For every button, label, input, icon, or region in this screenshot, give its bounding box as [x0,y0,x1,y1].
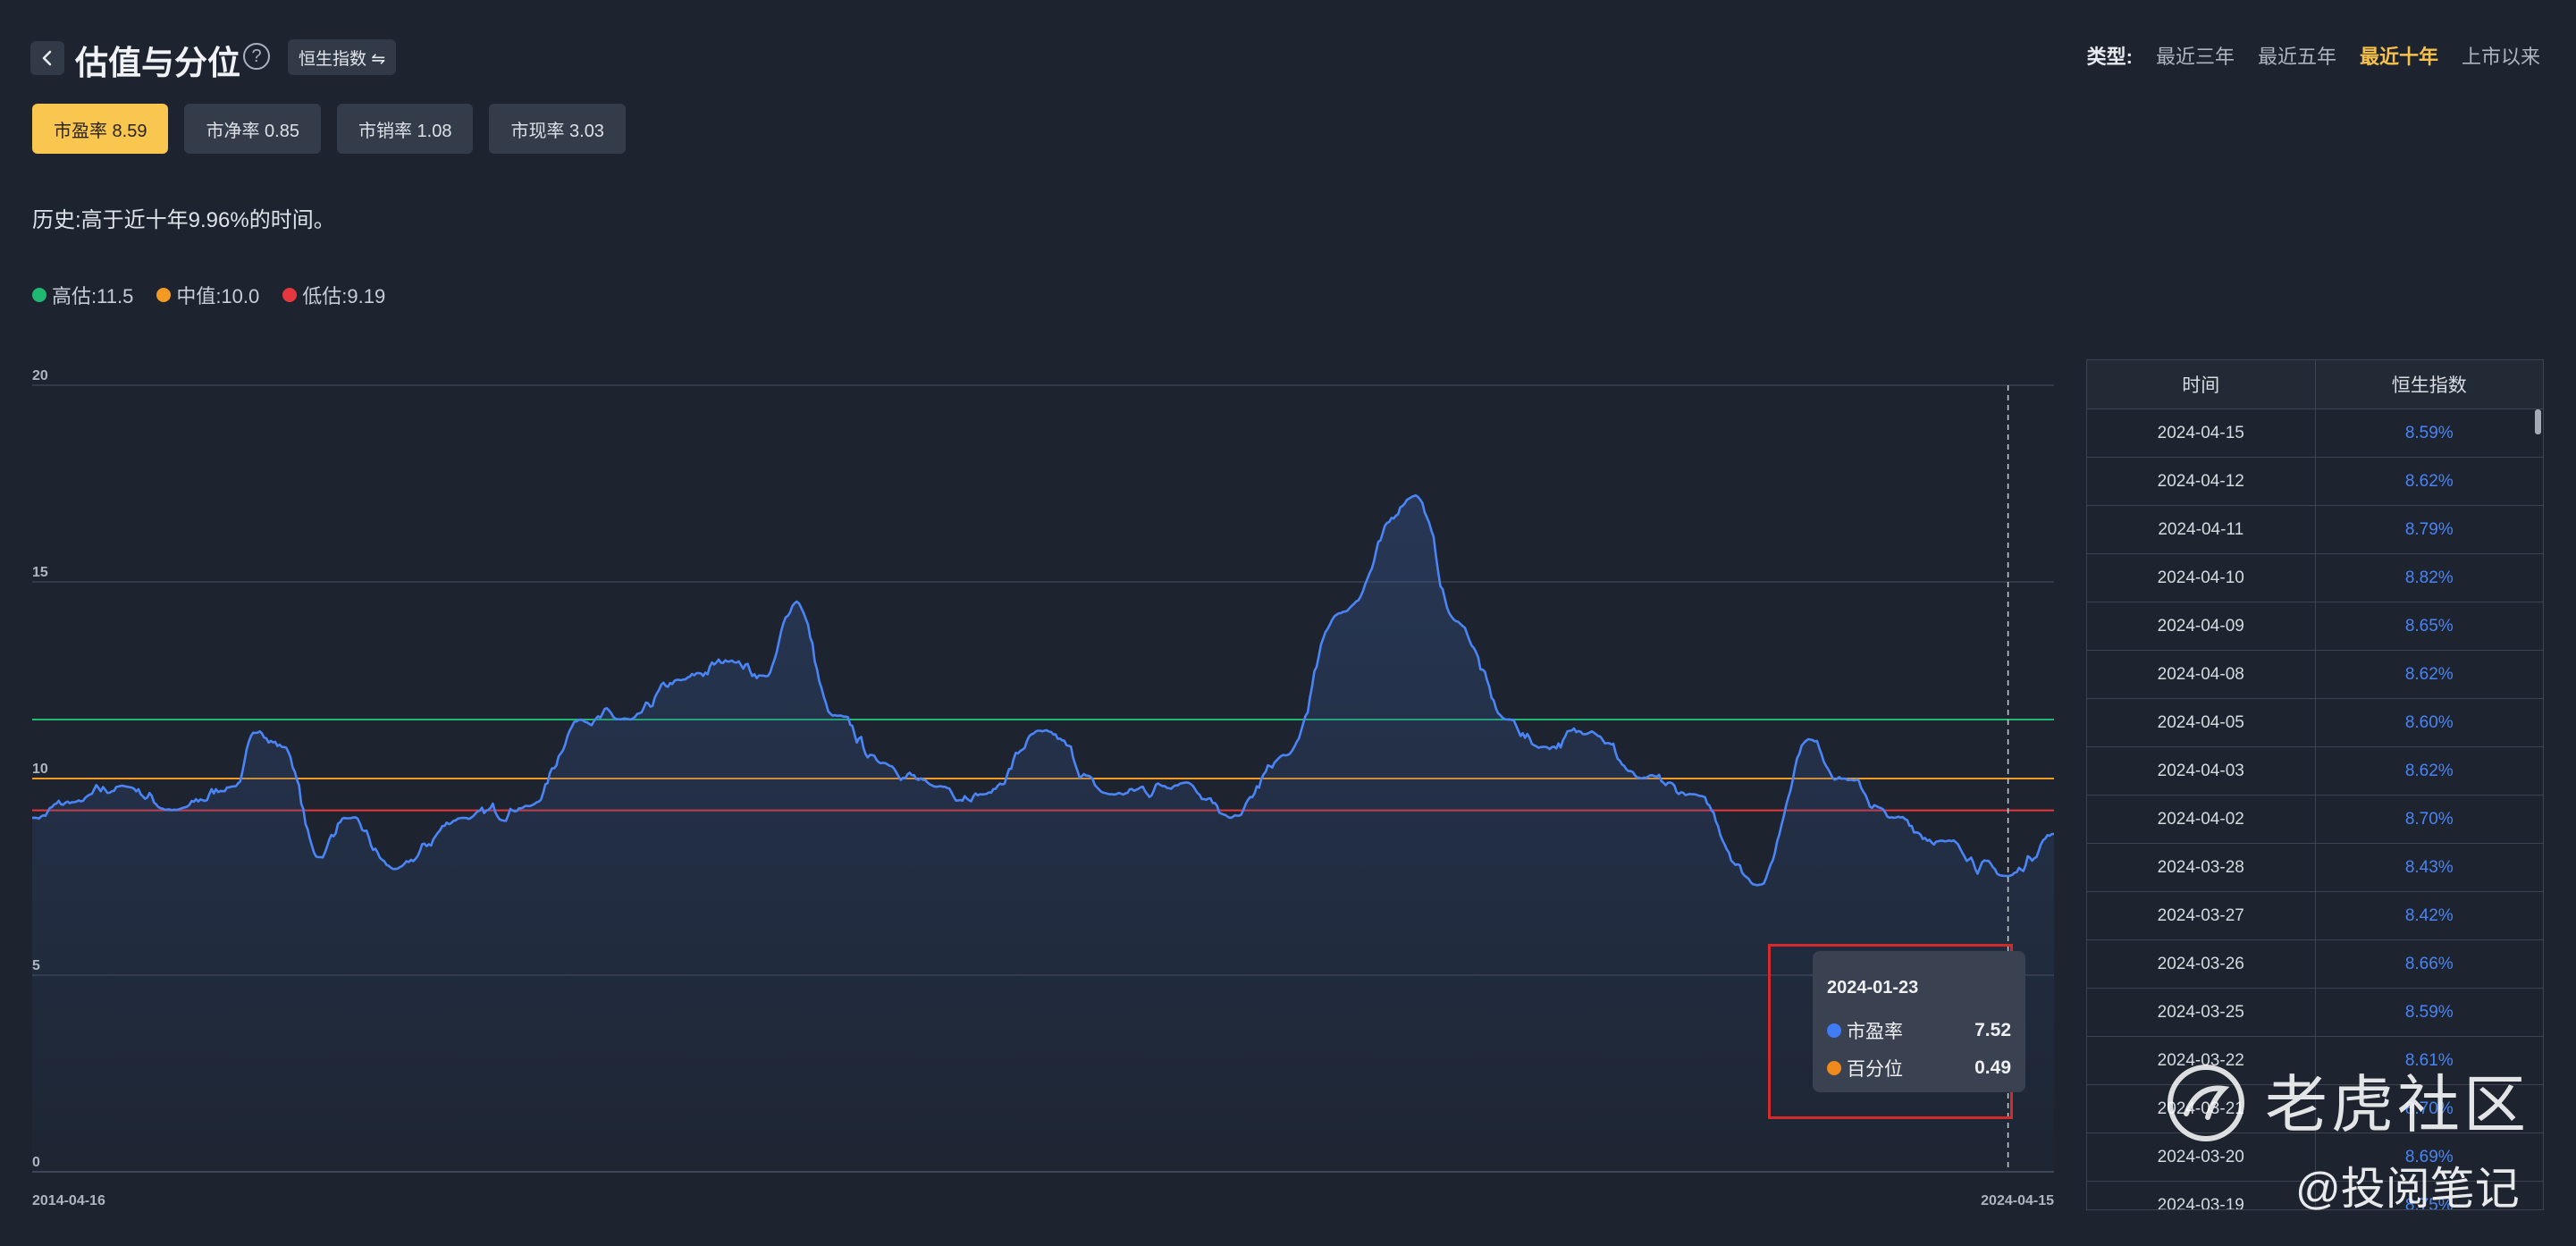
table-cell-value: 8.65% [2404,616,2454,636]
table-row[interactable]: 2024-04-12 8.62% [2087,458,2543,506]
table-row[interactable]: 2024-04-03 8.62% [2087,747,2543,796]
table-cell-value: 8.62% [2404,761,2454,780]
tiger-logo-icon [2168,1065,2244,1141]
table-row[interactable]: 2024-03-28 8.43% [2087,844,2543,892]
pe-chart[interactable]: 0 5 10 15 20 2014-04-16 2024-04-15 [0,358,2074,1233]
table-cell-date: 2024-04-15 [2087,409,2316,457]
tooltip-dot-pe [1827,1023,1841,1038]
table-row[interactable]: 2024-04-08 8.62% [2087,651,2543,699]
table-cell-value: 8.82% [2404,568,2454,587]
tooltip-dot-pct [1827,1061,1841,1075]
table-cell-date: 2024-03-26 [2087,940,2316,988]
y-tick-label: 5 [32,958,40,973]
table-row[interactable]: 2024-04-09 8.65% [2087,602,2543,651]
tooltip-name-pe: 市盈率 [1847,1022,1903,1042]
valuation-legend: 高估:11.5 中值:10.0 低估:9.19 [32,281,385,309]
tooltip-name-pct: 百分位 [1847,1059,1903,1080]
table-row[interactable]: 2024-04-10 8.82% [2087,554,2543,602]
legend-low-label: 低估:9.19 [302,285,386,307]
table-cell-value: 8.43% [2404,857,2454,877]
range-option-10y[interactable]: 最近十年 [2360,41,2438,70]
legend-dot-low [282,288,298,302]
table-cell-date: 2024-04-12 [2087,458,2316,505]
watermark-brand: 老虎社区 [2265,1070,2530,1140]
range-option-all[interactable]: 上市以来 [2462,41,2540,70]
index-switch-button[interactable]: 恒生指数 ⇋ [288,39,397,75]
table-row[interactable]: 2024-03-25 8.59% [2087,989,2543,1037]
table-row[interactable]: 2024-04-11 8.79% [2087,506,2543,554]
table-cell-value: 8.59% [2404,1002,2454,1022]
range-label: 类型: [2086,46,2133,68]
y-tick-label: 20 [32,368,48,383]
table-cell-value: 8.62% [2404,664,2454,684]
table-cell-date: 2024-03-25 [2087,989,2316,1036]
table-cell-date: 2024-04-08 [2087,651,2316,698]
tooltip-row-pct: 百分位 0.49 [1827,1055,2011,1082]
legend-high-label: 高估:11.5 [52,285,134,307]
table-cell-value: 8.42% [2404,905,2454,925]
table-row[interactable]: 2024-03-26 8.66% [2087,940,2543,989]
range-option-5y[interactable]: 最近五年 [2258,41,2336,70]
y-tick-label: 10 [32,762,48,777]
legend-low: 低估:9.19 [282,281,385,309]
tab-ps[interactable]: 市销率 1.08 [336,104,474,154]
table-row[interactable]: 2024-03-27 8.42% [2087,892,2543,940]
table-cell-date: 2024-04-09 [2087,602,2316,650]
table-cell-date: 2024-04-02 [2087,796,2316,843]
tab-pb[interactable]: 市净率 0.85 [184,104,321,154]
table-cell-date: 2024-03-27 [2087,892,2316,939]
tooltip-row-pe: 市盈率 7.52 [1827,1017,2011,1044]
metric-tabs: 市盈率 8.59 市净率 0.85 市销率 1.08 市现率 3.03 [32,104,626,154]
chart-tooltip: 2024-01-23 市盈率 7.52 百分位 0.49 [1813,951,2025,1092]
legend-mid: 中值:10.0 [156,281,259,309]
table-cell-value: 8.59% [2404,423,2454,442]
table-header: 时间 恒生指数 [2087,360,2543,409]
question-circle-icon[interactable]: ? [243,43,270,70]
legend-dot-mid [156,288,172,302]
legend-dot-high [32,288,46,302]
page-title: 估值与分位 [75,45,240,81]
history-summary: 历史:高于近十年9.96%的时间。 [32,208,335,232]
tab-pe[interactable]: 市盈率 8.59 [32,104,169,154]
table-cell-value: 8.62% [2404,471,2454,491]
table-cell-date: 2024-03-19 [2087,1182,2316,1209]
table-row[interactable]: 2024-04-02 8.70% [2087,796,2543,844]
tab-pcf[interactable]: 市现率 3.03 [489,104,626,154]
table-header-date: 时间 [2087,360,2316,408]
chevron-left-icon [42,50,52,66]
back-button[interactable] [30,41,64,75]
y-tick-label: 15 [32,565,48,580]
y-tick-label: 0 [32,1155,40,1170]
legend-high: 高估:11.5 [32,281,133,309]
table-cell-value: 8.60% [2404,712,2454,732]
tooltip-value-pct: 0.49 [1974,1057,2011,1078]
table-cell-date: 2024-04-11 [2087,506,2316,553]
x-tick-label: 2014-04-16 [32,1193,105,1208]
table-cell-date: 2024-03-28 [2087,844,2316,891]
x-tick-label: 2024-04-15 [1981,1193,2054,1208]
tooltip-date: 2024-01-23 [1827,978,1919,998]
range-selector: 类型: 最近三年 最近五年 最近十年 上市以来 [2087,41,2540,70]
legend-mid-label: 中值:10.0 [176,285,260,307]
table-row[interactable]: 2024-04-05 8.60% [2087,699,2543,747]
table-cell-date: 2024-04-05 [2087,699,2316,746]
table-row[interactable]: 2024-04-15 8.59% [2087,409,2543,458]
range-option-3y[interactable]: 最近三年 [2156,41,2235,70]
table-cell-value: 8.79% [2404,519,2454,539]
table-cell-date: 2024-04-03 [2087,747,2316,795]
table-cell-date: 2024-04-10 [2087,554,2316,602]
table-scrollbar[interactable] [2535,409,2541,434]
watermark-author: @投阅笔记 [2295,1164,2520,1214]
tooltip-value-pe: 7.52 [1974,1020,2011,1040]
table-header-value: 恒生指数 [2391,375,2467,396]
table-cell-value: 8.70% [2404,809,2454,829]
table-cell-value: 8.66% [2404,954,2454,973]
